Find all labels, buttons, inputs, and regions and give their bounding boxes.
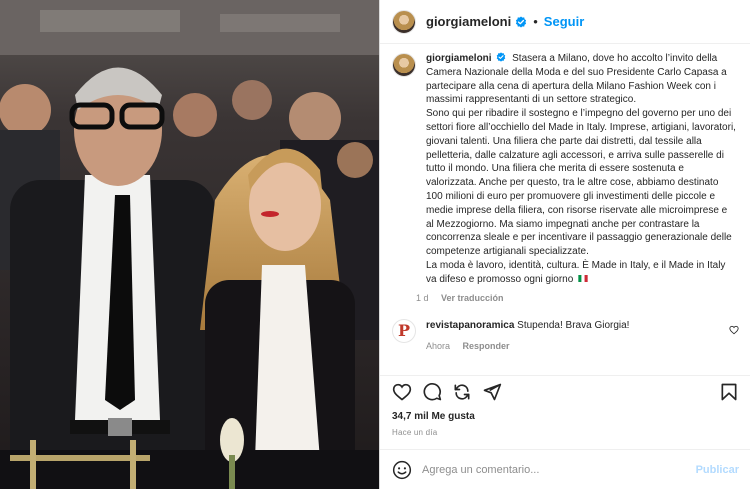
post-photo[interactable]	[0, 0, 379, 489]
author-avatar[interactable]	[392, 9, 416, 34]
post-details-panel: giorgiameloni • Seguir giorgiameloni Sta…	[379, 0, 750, 489]
caption-text: Stasera a Milano, dove ho accolto l’invi…	[426, 53, 736, 285]
publish-button[interactable]: Publicar	[696, 464, 739, 476]
reply-link[interactable]: Responder	[463, 341, 510, 351]
post-caption: giorgiameloni Stasera a Milano, dove ho …	[392, 52, 739, 303]
comment-icon[interactable]	[422, 382, 442, 402]
comment-item: P revistapanoramica Stupenda! Brava Gior…	[392, 318, 739, 353]
comment-body: revistapanoramica Stupenda! Brava Giorgi…	[426, 319, 723, 353]
translate-link[interactable]: Ver traducción	[441, 293, 504, 303]
emoji-icon[interactable]	[392, 460, 412, 480]
heart-icon[interactable]	[392, 382, 412, 402]
comment-text: Stupenda! Brava Giorgia!	[517, 319, 630, 331]
italian-flag-icon	[578, 274, 588, 282]
comment-composer: Publicar	[380, 449, 750, 489]
follow-button[interactable]: Seguir	[544, 14, 584, 29]
action-bar	[380, 375, 750, 407]
caption-meta: 1 d Ver traducción	[416, 293, 736, 303]
comments-area[interactable]: giorgiameloni Stasera a Milano, dove ho …	[380, 44, 750, 375]
verified-badge-icon	[497, 52, 506, 62]
post-time: Hace un día	[392, 428, 438, 437]
commenter-username[interactable]: revistapanoramica	[426, 320, 514, 331]
photo-illustration	[0, 0, 379, 489]
comment-meta: Ahora Responder	[426, 339, 723, 353]
caption-author-avatar[interactable]	[392, 53, 416, 77]
post-header: giorgiameloni • Seguir	[380, 0, 750, 44]
comment-age: Ahora	[426, 340, 451, 351]
comment-heart-icon[interactable]	[729, 325, 739, 335]
likes-count[interactable]: 34,7 mil Me gusta	[392, 411, 475, 422]
commenter-avatar[interactable]: P	[392, 318, 416, 343]
comment-input[interactable]	[422, 463, 696, 476]
verified-badge-icon	[516, 16, 527, 27]
caption-text-block: giorgiameloni Stasera a Milano, dove ho …	[426, 52, 736, 287]
send-icon[interactable]	[482, 382, 502, 402]
share-icon[interactable]	[452, 382, 472, 402]
author-username[interactable]: giorgiameloni	[426, 14, 511, 29]
separator-dot: •	[533, 14, 538, 29]
caption-username[interactable]: giorgiameloni	[426, 53, 492, 64]
bookmark-icon[interactable]	[719, 382, 739, 402]
caption-age: 1 d	[416, 292, 429, 303]
